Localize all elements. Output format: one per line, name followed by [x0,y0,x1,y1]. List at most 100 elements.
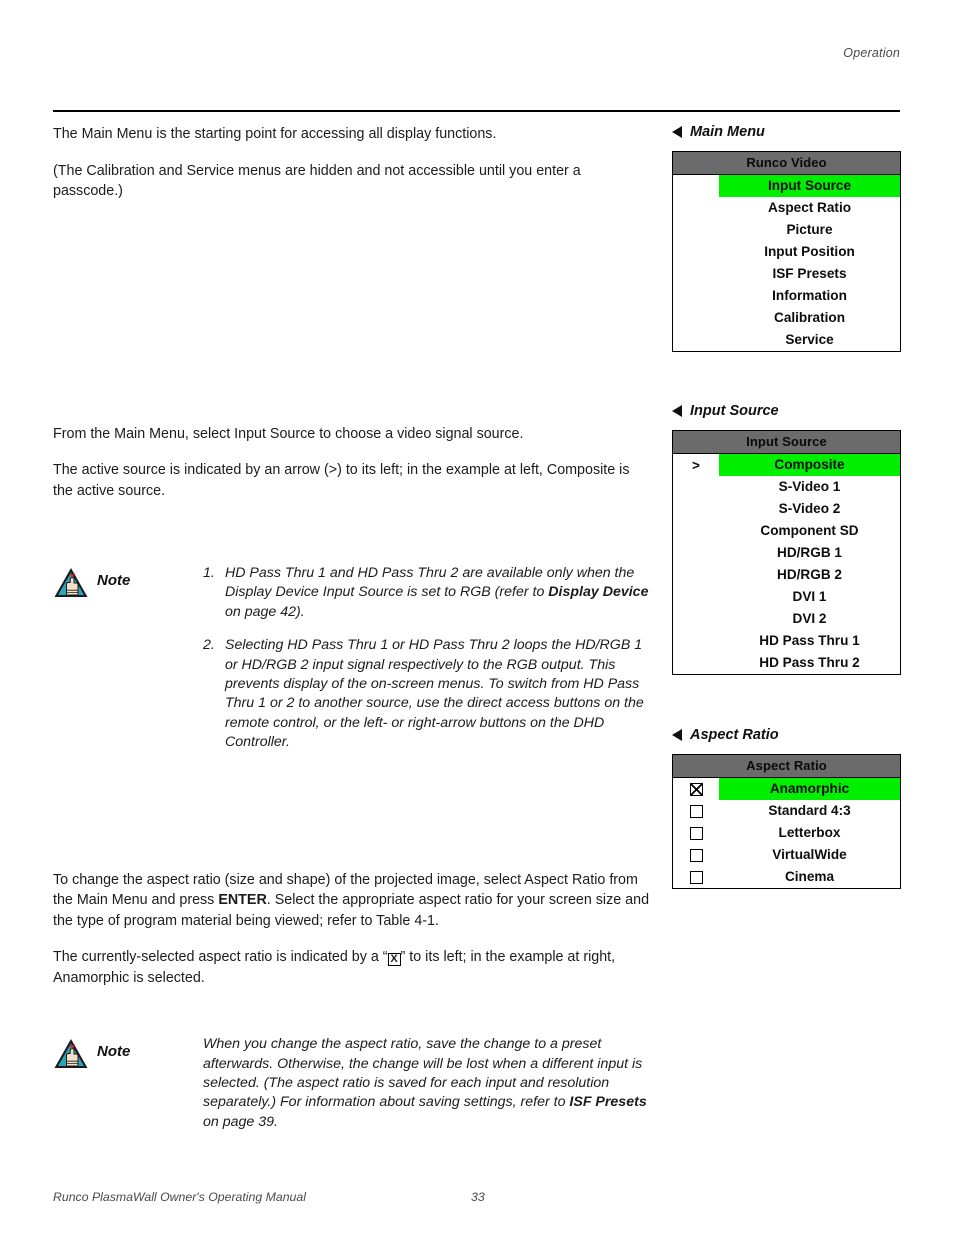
osd-item-standard-4-3[interactable]: Standard 4:3 [673,800,900,822]
spacer-before-note-1 [53,517,653,564]
spacer-main-menu [53,218,653,424]
note-triangle-hand-icon [53,566,89,599]
spacer-before-aspect [53,753,653,870]
osd-gutter [673,197,719,219]
osd-gutter [673,329,719,351]
left-triangle-icon [672,126,682,138]
osd-item-label: Aspect Ratio [767,200,852,215]
osd-gutter [673,285,719,307]
aspect-intro-enter-key: ENTER [218,892,267,909]
osd-item-cinema[interactable]: Cinema [673,866,900,888]
osd-gutter [673,652,719,674]
aspect-selected-part-a: The currently-selected aspect ratio is i… [53,949,388,966]
osd-item-s-video-2[interactable]: S-Video 2 [673,498,900,520]
running-head-text: Operation [843,46,900,60]
osd-item-label: HD Pass Thru 2 [759,655,860,670]
note-body-2: When you change the aspect ratio, save t… [203,1035,653,1132]
osd-item-label: Picture [786,222,833,237]
side-heading-main-menu: Main Menu [672,124,901,140]
checkbox-checked-icon[interactable] [689,782,703,796]
paragraph-input-source-arrow: The active source is indicated by an arr… [53,462,630,499]
osd-item-s-video-1[interactable]: S-Video 1 [673,476,900,498]
note2-text-after: on page 39. [203,1113,278,1130]
note-list-1: 1. HD Pass Thru 1 and HD Pass Thru 2 are… [203,564,653,753]
active-source-arrow-icon: > [673,454,719,476]
left-text-column: The Main Menu is the starting point for … [53,124,653,1132]
osd-menu-aspect-ratio[interactable]: Aspect Ratio Anamorphic Standard 4:3 Let… [672,754,901,889]
osd-gutter [673,175,719,197]
checkbox-unchecked-icon[interactable] [689,804,703,818]
footer-manual-title: Runco PlasmaWall Owner's Operating Manua… [53,1190,306,1204]
osd-item-label: Letterbox [778,825,841,840]
spacer-sidebar-1 [672,379,901,403]
note2-bold-isf-presets: ISF Presets [569,1094,647,1111]
note-paragraph-2: When you change the aspect ratio, save t… [203,1035,653,1132]
osd-menu-main-menu[interactable]: Runco Video Input Source Aspect Ratio Pi… [672,151,901,352]
osd-item-dvi-1[interactable]: DVI 1 [673,586,900,608]
note-list-item: 2. Selecting HD Pass Thru 1 or HD Pass T… [203,636,653,752]
osd-gutter [673,498,719,520]
page-running-header: Operation [53,44,900,62]
osd-gutter [673,307,719,329]
paragraph-main-menu-intro: The Main Menu is the starting point for … [53,126,497,142]
osd-item-calibration[interactable]: Calibration [673,307,900,329]
osd-gutter [673,866,719,888]
osd-item-hd-pass-thru-2[interactable]: HD Pass Thru 2 [673,652,900,674]
osd-item-label: S-Video 1 [778,479,841,494]
osd-item-virtualwide[interactable]: VirtualWide [673,844,900,866]
note-block-input-source: Note 1. HD Pass Thru 1 and HD Pass Thru … [53,564,653,753]
osd-item-label: DVI 1 [792,589,827,604]
osd-gutter [673,476,719,498]
osd-item-label: ISF Presets [772,266,847,281]
note-body-1: 1. HD Pass Thru 1 and HD Pass Thru 2 are… [203,564,653,753]
paragraph-aspect-ratio-intro: To change the aspect ratio (size and sha… [53,870,653,932]
side-heading-label: Input Source [690,403,779,419]
osd-item-dvi-2[interactable]: DVI 2 [673,608,900,630]
side-heading-input-source: Input Source [672,403,901,419]
osd-item-input-source[interactable]: Input Source [673,175,900,197]
osd-item-label: Anamorphic [719,778,900,800]
osd-gutter [673,542,719,564]
osd-title-bar: Aspect Ratio [673,755,900,778]
note-block-aspect-ratio: Note When you change the aspect ratio, s… [53,1035,653,1132]
osd-item-picture[interactable]: Picture [673,219,900,241]
osd-title-bar: Input Source [673,431,900,454]
checkbox-unchecked-icon[interactable] [689,826,703,840]
osd-item-hd-rgb-2[interactable]: HD/RGB 2 [673,564,900,586]
paragraph-input-source-intro: From the Main Menu, select Input Source … [53,425,524,442]
note-item-number: 1. [203,565,215,581]
osd-item-anamorphic[interactable]: Anamorphic [673,778,900,800]
note-label-2: Note [97,1043,131,1061]
osd-item-label: Input Source [719,175,900,197]
osd-gutter [673,586,719,608]
footer-page-number: 33 [471,1190,485,1204]
osd-item-composite[interactable]: > Composite [673,454,900,476]
checkbox-unchecked-icon[interactable] [689,870,703,884]
osd-gutter [673,630,719,652]
osd-item-information[interactable]: Information [673,285,900,307]
note-item-text-before: Selecting HD Pass Thru 1 or HD Pass Thru… [225,637,644,751]
osd-item-isf-presets[interactable]: ISF Presets [673,263,900,285]
note-item-number: 2. [203,637,215,654]
paragraph-aspect-ratio-selected: The currently-selected aspect ratio is i… [53,947,653,988]
osd-item-aspect-ratio[interactable]: Aspect Ratio [673,197,900,219]
osd-menu-input-source[interactable]: Input Source > Composite S-Video 1 S-Vid… [672,430,901,675]
osd-item-component-sd[interactable]: Component SD [673,520,900,542]
osd-item-hd-rgb-1[interactable]: HD/RGB 1 [673,542,900,564]
osd-item-letterbox[interactable]: Letterbox [673,822,900,844]
checkbox-unchecked-icon[interactable] [689,848,703,862]
osd-item-hd-pass-thru-1[interactable]: HD Pass Thru 1 [673,630,900,652]
left-triangle-icon [672,729,682,741]
osd-gutter [673,778,719,800]
osd-item-service[interactable]: Service [673,329,900,351]
osd-gutter [673,564,719,586]
osd-item-label: VirtualWide [772,847,847,862]
osd-gutter [673,822,719,844]
spacer-sidebar-2 [672,702,901,727]
note-marker-1: Note [53,564,203,599]
osd-item-input-position[interactable]: Input Position [673,241,900,263]
right-sidebar-column: Main Menu Runco Video Input Source Aspec… [672,124,901,916]
note-item-text-after: on page 42). [225,603,305,620]
osd-item-label: Input Position [764,244,855,259]
side-heading-label: Aspect Ratio [690,727,779,743]
